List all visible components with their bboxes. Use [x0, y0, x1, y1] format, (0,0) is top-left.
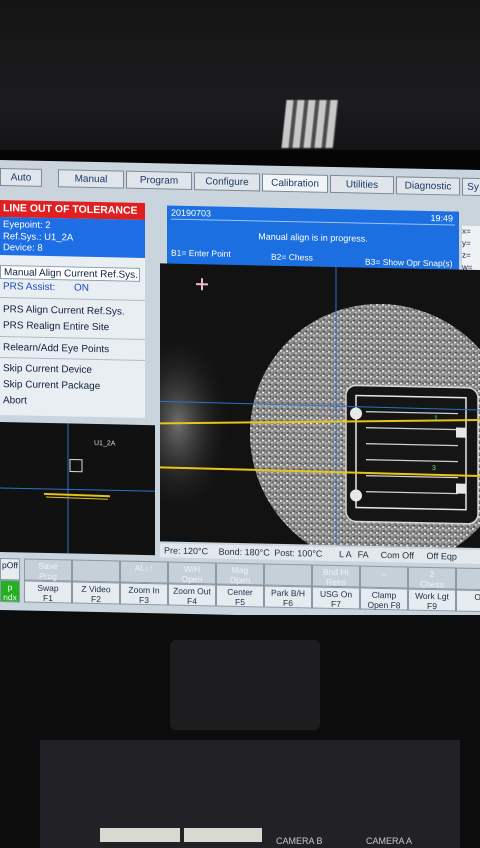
camera-graphics: [160, 267, 480, 549]
tab-system[interactable]: Sy: [462, 177, 480, 197]
function-key-3[interactable]: Al.↓↑ Zoom In F3: [120, 560, 168, 608]
status-time: 19:49: [430, 213, 453, 224]
status-date: 20190703: [171, 207, 212, 219]
function-key-top-label: 2 Chess: [408, 566, 456, 590]
menu-divider: [0, 336, 145, 341]
function-key-bottom-label: Zoom In F3: [120, 582, 168, 606]
tab-configure[interactable]: Configure: [194, 172, 260, 192]
function-key-bar: pOff p ndx Save Prog Swap F1 Z Video F2 Al.↓↑…: [0, 558, 480, 616]
menu-skip-device[interactable]: Skip Current Device: [0, 362, 92, 378]
menu-skip-package[interactable]: Skip Current Package: [0, 378, 100, 394]
eqp-indicator: Off Eqp: [426, 550, 457, 562]
tab-utilities[interactable]: Utilities: [330, 174, 394, 195]
function-key-bottom-label: Z Video F2: [72, 581, 120, 605]
camera-b-label: CAMERA B: [276, 836, 323, 846]
status-header: 20190703 19:49: [171, 207, 455, 226]
function-key-bottom-label: Center F5: [216, 584, 264, 608]
function-key-6[interactable]: Park B/H F6: [264, 563, 312, 611]
ceiling-light: [281, 100, 339, 148]
prs-assist-label: PRS Assist:: [3, 281, 56, 294]
overview-graphics: [0, 423, 155, 554]
ref-info-box: Eyepoint: 2 Ref.Sys.: U1_2A Device: 8: [0, 217, 145, 259]
function-key-bottom-label: Zoom Out F4: [168, 583, 216, 607]
fa-indicator: FA: [357, 549, 369, 560]
tab-diagnostic[interactable]: Diagnostic: [396, 176, 460, 196]
main-camera-view[interactable]: 1 3: [160, 263, 480, 549]
status-b2: B2= Chess: [271, 251, 313, 263]
device-text: Device: 8: [3, 242, 43, 254]
overview-ref-label: U1_2A: [94, 439, 116, 448]
menu-prs-align[interactable]: PRS Align Current Ref.Sys.: [0, 303, 125, 320]
menu-relearn[interactable]: Relearn/Add Eye Points: [0, 341, 109, 357]
com-indicator: Com Off: [380, 549, 415, 561]
monitor-screen: Auto Manual Program Configure Calibratio…: [0, 160, 480, 621]
function-key-9[interactable]: 2 Chess Work Lgt F9: [408, 566, 456, 614]
menu-manual-align[interactable]: Manual Align Current Ref.Sys.: [0, 265, 140, 282]
coord-y: y=: [462, 238, 471, 248]
menu-divider: [0, 297, 145, 302]
tab-auto[interactable]: Auto: [0, 168, 42, 187]
prs-assist-value: ON: [74, 282, 90, 294]
monitor-stand: [170, 640, 320, 730]
left-panel: LINE OUT OF TOLERANCE Eyepoint: 2 Ref.Sy…: [0, 200, 145, 419]
function-key-5[interactable]: Mag Open Center F5: [216, 562, 264, 610]
function-key-4[interactable]: W/H Open Zoom Out F4: [168, 561, 216, 609]
function-key-top-label: W/H Open: [168, 561, 216, 585]
temp-pre: Pre: 120°C: [164, 545, 209, 557]
menu-abort[interactable]: Abort: [0, 394, 27, 409]
function-key-bottom-label: Work Lgt F9: [408, 588, 456, 612]
function-key-top-label: [72, 559, 120, 583]
function-key-bottom-label: Clamp Open F8: [360, 587, 408, 611]
status-panel: 20190703 19:49 Manual align is in progre…: [167, 205, 459, 272]
function-key-bottom-label: USG On F7: [312, 586, 360, 610]
function-key-bottom-label: p ndx: [0, 580, 20, 603]
function-key-7[interactable]: Bnd Ht Relm USG On F7: [312, 564, 360, 612]
marker-label-3: 3: [432, 465, 436, 473]
function-key-bottom-label: Park B/H F6: [264, 585, 312, 609]
function-key-top-label: ↔: [360, 565, 408, 589]
tab-manual[interactable]: Manual: [58, 169, 124, 189]
function-key-top-label: Bnd Ht Relm: [312, 564, 360, 588]
menu-prs-realign[interactable]: PRS Realign Entire Site: [0, 319, 109, 335]
status-b3: B3= Show Opr Snap(s): [365, 256, 453, 269]
function-key-top-label: [456, 567, 480, 591]
barcode-sticker: [184, 828, 262, 842]
function-key-top-label: Save Prog: [24, 558, 72, 582]
coord-x: x=: [462, 226, 471, 236]
function-key-top-label: Mag Open: [216, 562, 264, 586]
function-key-bottom-label: Swap F1: [24, 580, 72, 604]
tab-program[interactable]: Program: [126, 170, 192, 191]
tab-bar: Auto Manual Program Configure Calibratio…: [0, 168, 480, 200]
function-key-1[interactable]: Save Prog Swap F1: [24, 558, 72, 606]
coord-z: z=: [462, 250, 471, 260]
function-key-top-label: pOff: [0, 558, 20, 581]
function-key-top-label: Al.↓↑: [120, 560, 168, 584]
function-key-top-label: [264, 563, 312, 587]
tab-calibration[interactable]: Calibration: [262, 173, 328, 193]
function-key-10[interactable]: Op: [456, 567, 480, 615]
status-message: Manual align is in progress.: [258, 231, 368, 244]
la-indicator: L A: [338, 549, 352, 560]
prs-assist-row[interactable]: PRS Assist: ON: [0, 280, 89, 296]
marker-label-1: 1: [434, 415, 438, 423]
coords-panel: x= y= z= w=: [462, 225, 480, 275]
camera-a-label: CAMERA A: [366, 836, 413, 846]
overview-camera-view[interactable]: U1_2A: [0, 422, 155, 556]
align-menu: Manual Align Current Ref.Sys. PRS Assist…: [0, 260, 145, 407]
function-key-2[interactable]: Z Video F2: [72, 559, 120, 607]
function-key-bottom-label: Op: [456, 589, 480, 613]
function-key-8[interactable]: ↔ Clamp Open F8: [360, 565, 408, 613]
menu-divider: [0, 357, 145, 362]
temp-post: Post: 100°C: [274, 547, 323, 559]
function-key-0[interactable]: pOff p ndx: [0, 558, 20, 604]
status-b1: B1= Enter Point: [171, 247, 231, 259]
barcode-sticker: [100, 828, 180, 842]
temp-bond: Bond: 180°C: [218, 546, 270, 558]
